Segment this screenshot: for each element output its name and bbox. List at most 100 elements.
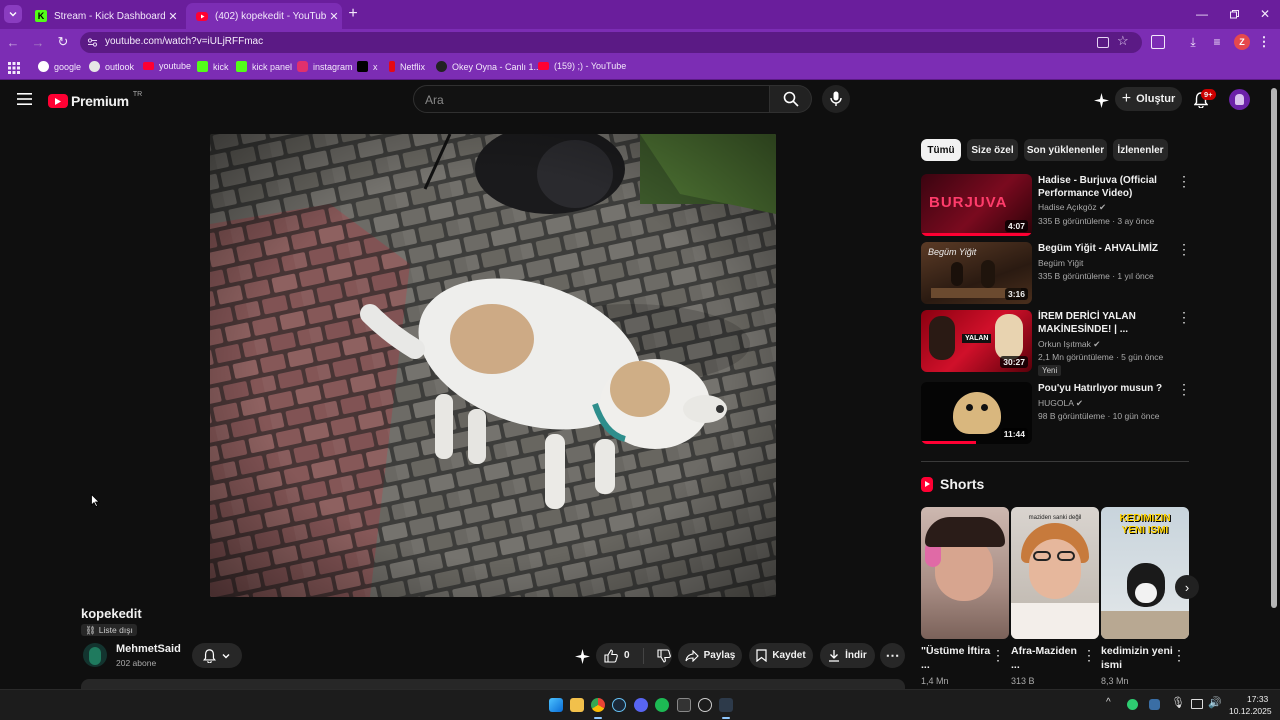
bookmark-okey[interactable]: Okey Oyna - Canlı 1...	[436, 61, 541, 72]
tab-search-button[interactable]	[4, 5, 22, 23]
clock-time[interactable]: 17:33	[1247, 694, 1268, 704]
shorts-icon	[921, 476, 933, 492]
bookmark-label: x	[373, 61, 378, 72]
steam-icon[interactable]	[612, 698, 626, 712]
profile-avatar[interactable]: Z	[1234, 34, 1250, 50]
chip-recently-uploaded[interactable]: Son yüklenenler	[1024, 139, 1107, 161]
install-app-icon[interactable]	[1097, 37, 1109, 48]
save-button[interactable]: Kaydet	[749, 643, 813, 668]
file-explorer-icon[interactable]	[570, 698, 584, 712]
recommendation-item[interactable]: 11:44 Pou'yu Hatırlıyor musun ? HUGOLA ✔…	[921, 382, 1191, 444]
hamburger-menu-icon[interactable]	[16, 92, 32, 106]
volume-icon[interactable]: 🔊	[1208, 696, 1222, 709]
more-options-icon[interactable]: ⋮	[1177, 242, 1191, 256]
minimize-icon[interactable]: —	[1193, 6, 1211, 22]
channel-name[interactable]: MehmetSaid	[116, 643, 181, 655]
short-title[interactable]: Afra-Maziden ...	[1011, 644, 1083, 672]
bookmark-star-icon[interactable]: ☆	[1117, 33, 1129, 49]
restore-icon[interactable]	[1226, 6, 1242, 22]
discord-icon[interactable]	[634, 698, 648, 712]
bookmark-google[interactable]: google	[38, 61, 81, 72]
short-title[interactable]: "Üstüme İftira ...	[921, 644, 993, 672]
windows-start-icon[interactable]	[549, 698, 563, 712]
thumbnail-text: YALAN	[962, 334, 992, 343]
bookmark-youtube[interactable]: youtube	[143, 61, 191, 71]
more-options-icon[interactable]: ⋮	[1082, 647, 1096, 664]
window-close-icon[interactable]: ✕	[1257, 6, 1273, 22]
close-icon[interactable]: ✕	[165, 8, 181, 24]
account-avatar[interactable]	[1229, 89, 1250, 110]
extensions-icon[interactable]	[1151, 35, 1165, 49]
tab-kick-dashboard[interactable]: K Stream - Kick Dashboard ✕	[25, 3, 181, 29]
like-button[interactable]: 0	[604, 648, 630, 663]
create-button[interactable]: + Oluştur	[1115, 87, 1182, 111]
back-arrow-icon[interactable]: ←	[6, 35, 20, 50]
channel-avatar[interactable]	[83, 643, 107, 667]
bookmark-kick[interactable]: kick	[197, 61, 229, 72]
search-input[interactable]: Ara	[413, 85, 770, 113]
download-button[interactable]: İndir	[820, 643, 875, 668]
voice-search-button[interactable]	[822, 85, 850, 113]
shorts-next-button[interactable]: ›	[1175, 575, 1199, 599]
download-icon[interactable]: ⤓	[1186, 34, 1200, 50]
recommendation-item[interactable]: BURJUVA 4:07 Hadise - Burjuva (Official …	[921, 174, 1191, 236]
forward-arrow-icon[interactable]: →	[31, 35, 45, 50]
short-thumbnail[interactable]: maziden sanki değil	[1011, 507, 1099, 639]
new-tab-button[interactable]: +	[345, 5, 361, 22]
share-button[interactable]: Paylaş	[678, 643, 742, 668]
app-icon[interactable]	[677, 698, 691, 712]
tray-overflow-icon[interactable]: ^	[1106, 697, 1111, 708]
openai-icon[interactable]	[698, 698, 712, 712]
media-controls-icon[interactable]: ≡	[1210, 34, 1224, 50]
search-button[interactable]	[770, 85, 812, 113]
more-options-icon[interactable]: ⋮	[1177, 382, 1191, 396]
tray-app-icon[interactable]	[1127, 699, 1138, 710]
more-options-icon[interactable]: ⋮	[1172, 647, 1186, 664]
tab-title: Stream - Kick Dashboard	[54, 10, 165, 22]
bell-icon	[203, 648, 216, 663]
subscription-bell-button[interactable]	[192, 643, 242, 668]
short-views: 1,4 Mn	[921, 676, 949, 686]
app-icon[interactable]	[719, 698, 733, 712]
more-actions-button[interactable]: ⋯	[880, 643, 905, 668]
chip-all[interactable]: Tümü	[921, 139, 961, 161]
more-options-icon[interactable]: ⋮	[1177, 174, 1191, 188]
youtube-premium-logo[interactable]: Premium TR	[48, 91, 142, 110]
save-label: Kaydet	[772, 650, 806, 661]
bookmark-instagram[interactable]: instagram	[297, 61, 353, 72]
tab-youtube-video[interactable]: (402) kopekedit - YouTube ✕	[186, 3, 342, 29]
bookmark-youtube-159[interactable]: (159) ;) - YouTube	[538, 61, 626, 71]
bookmark-netflix[interactable]: Netflix	[389, 61, 425, 72]
microphone-icon[interactable]: 🎙	[1171, 696, 1185, 709]
network-icon[interactable]	[1191, 699, 1203, 709]
close-icon[interactable]: ✕	[326, 8, 342, 24]
clock-date[interactable]: 10.12.2025	[1229, 706, 1272, 716]
chip-watched[interactable]: İzlenenler	[1113, 139, 1168, 161]
apps-grid-icon[interactable]	[7, 61, 20, 74]
page-scrollbar[interactable]	[1271, 88, 1277, 608]
chrome-icon[interactable]	[591, 698, 605, 712]
reload-icon[interactable]: ↻	[56, 34, 70, 49]
bookmark-outlook[interactable]: outlook	[89, 61, 134, 72]
more-menu-icon[interactable]: ⋮	[1258, 34, 1271, 50]
short-thumbnail[interactable]	[921, 507, 1009, 639]
dislike-button[interactable]	[657, 648, 671, 663]
site-info-icon[interactable]	[87, 37, 98, 48]
more-options-icon[interactable]: ⋮	[1177, 310, 1191, 324]
more-options-icon[interactable]: ⋮	[991, 647, 1005, 664]
bookmark-x[interactable]: x	[357, 61, 378, 72]
tray-app-icon[interactable]	[1149, 699, 1160, 710]
bookmark-label: Netflix	[400, 61, 426, 72]
recommendation-item[interactable]: YALAN 30:27 İREM DERİCİ YALAN MAKİNESİND…	[921, 310, 1191, 376]
bookmark-kick-panel[interactable]: kick panel	[236, 61, 292, 72]
spotify-icon[interactable]	[655, 698, 669, 712]
address-bar[interactable]: youtube.com/watch?v=iULjRFFmac ☆	[80, 32, 1142, 53]
ask-ai-icon[interactable]	[1092, 91, 1110, 109]
ask-ai-button[interactable]	[573, 647, 591, 665]
short-title[interactable]: kedimizin yeni ismi	[1101, 644, 1173, 672]
chip-for-you[interactable]: Size özel	[967, 139, 1018, 161]
short-thumbnail[interactable]: KEDIMIZIN YENI ISMI	[1101, 507, 1189, 639]
verified-icon: ✔	[1093, 339, 1101, 349]
video-player[interactable]	[210, 134, 776, 597]
recommendation-item[interactable]: Begüm Yiğit 3:16 Begüm Yiğit - AHVALİMİZ…	[921, 242, 1191, 304]
